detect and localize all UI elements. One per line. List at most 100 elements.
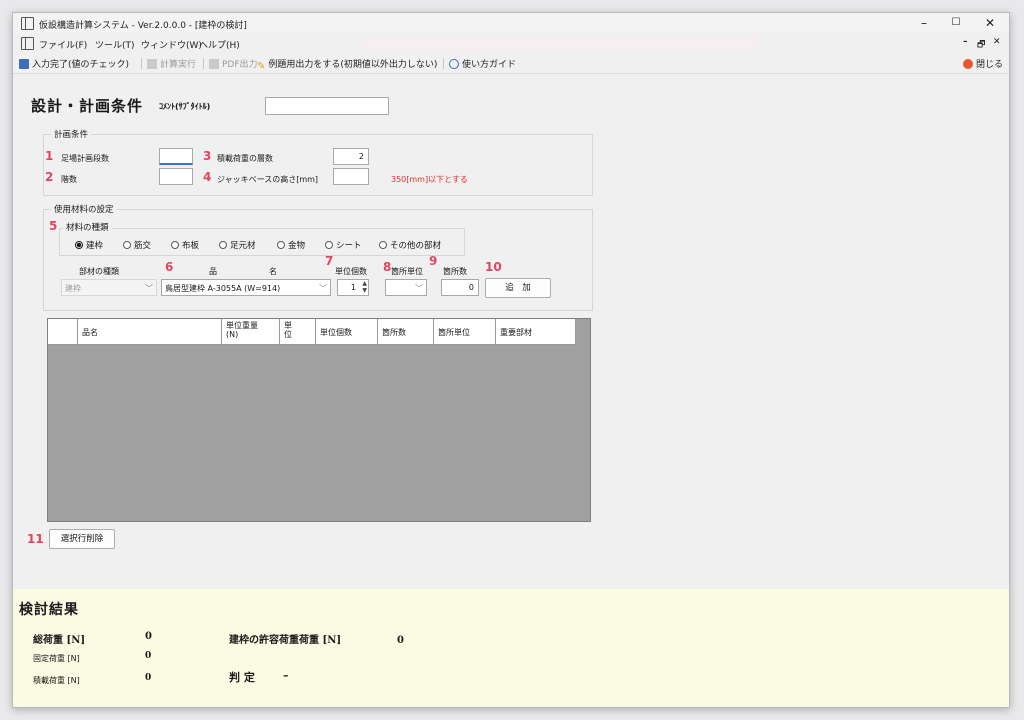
pencil-icon: ✎ <box>257 61 266 72</box>
pdf-label: PDF出力 <box>222 60 258 70</box>
judgement-value: – <box>283 669 289 682</box>
marker-6: 6 <box>165 260 174 274</box>
toolbar-separator <box>141 58 142 69</box>
marker-5: 5 <box>49 219 58 233</box>
example-output-toggle[interactable]: ✎ 例題用出力をする(初期値以外出力しない) <box>257 57 437 72</box>
marker-11: 11 <box>27 532 44 546</box>
place-unit-select[interactable]: ﹀ <box>385 279 427 296</box>
radio-dot <box>75 241 83 249</box>
product-label-1: 品 <box>209 267 217 276</box>
menu-help[interactable]: ヘルプ(H) <box>199 38 240 51</box>
app-window: 仮設構造計算システム - Ver.2.0.0.0 - [建枠の検討] – ☐ ✕… <box>12 12 1010 708</box>
spin-down-icon[interactable]: ▼ <box>362 288 367 294</box>
live-load-value: 0 <box>145 673 152 683</box>
total-load-label: 総荷重 [N] <box>33 635 86 646</box>
material-type-radios: 建枠 筋交 布板 足元材 金物 シート その他の部材 <box>75 239 465 251</box>
minimize-button[interactable]: – <box>909 15 939 31</box>
radio-sujikai[interactable]: 筋交 <box>123 239 151 251</box>
member-type-value: 建枠 <box>65 284 81 293</box>
howto-label: 使い方ガイド <box>462 60 517 70</box>
input-complete-button[interactable]: 入力完了(値のチェック) <box>19 57 129 70</box>
comment-input[interactable] <box>265 97 389 115</box>
mdi-restore-button[interactable]: 🗗 <box>977 37 985 53</box>
mdi-close-button[interactable]: ✕ <box>993 37 1001 47</box>
help-icon <box>449 59 459 69</box>
toolbar-separator <box>203 58 204 69</box>
materials-table[interactable]: 品名 単位重量 (N) 単 位 単位個数 箇所数 箇所単位 重要部材 <box>47 318 591 522</box>
total-load-value: 0 <box>145 631 152 642</box>
calc-button[interactable]: 計算実行 <box>147 57 196 70</box>
radio-nunoita[interactable]: 布板 <box>171 239 199 251</box>
table-header: 品名 単位重量 (N) 単 位 単位個数 箇所数 箇所単位 重要部材 <box>48 319 576 345</box>
product-select[interactable]: 鳥居型建枠 A-3055A (W=914) ﹀ <box>161 279 331 296</box>
load-floors-input[interactable]: 2 <box>333 148 369 165</box>
chevron-down-icon: ﹀ <box>415 284 423 293</box>
delete-selected-row-button[interactable]: 選択行削除 <box>49 529 115 549</box>
comment-label: ｺﾒﾝﾄ(ｻﾌﾞﾀｲﾄﾙ) <box>159 102 211 111</box>
chevron-down-icon: ﹀ <box>145 284 153 293</box>
pdf-icon <box>209 59 219 69</box>
marker-2: 2 <box>45 170 54 184</box>
place-count-input[interactable]: 0 <box>441 279 479 296</box>
radio-dot <box>325 241 333 249</box>
floors-label: 階数 <box>61 175 77 184</box>
header-cell: 品名 <box>78 319 222 345</box>
place-count-label: 箇所数 <box>443 267 467 276</box>
mdi-icon <box>21 37 34 50</box>
marker-9: 9 <box>429 254 438 268</box>
marker-1: 1 <box>45 149 54 163</box>
fixed-load-value: 0 <box>145 651 152 661</box>
menu-strip <box>363 36 759 50</box>
header-cell: 重要部材 <box>496 319 576 345</box>
member-type-select: 建枠 ﹀ <box>61 279 157 296</box>
app-icon <box>21 17 34 30</box>
radio-label: シート <box>336 241 362 251</box>
radio-ashimotozai[interactable]: 足元材 <box>219 239 256 251</box>
allowable-load-label: 建枠の許容荷重荷重 [N] <box>229 635 342 646</box>
fixed-load-label: 固定荷重 [N] <box>33 654 80 663</box>
header-cell: 単位個数 <box>316 319 378 345</box>
howto-button[interactable]: 使い方ガイド <box>449 57 516 70</box>
input-complete-label: 入力完了(値のチェック) <box>32 60 130 70</box>
judgement-label: 判 定 <box>229 671 255 684</box>
header-cell <box>48 319 78 345</box>
unit-count-value: 1 <box>350 283 356 292</box>
close-form-button[interactable]: 閉じる <box>963 57 1003 70</box>
header-cell: 箇所数 <box>378 319 434 345</box>
place-unit-label: 箇所単位 <box>391 267 423 276</box>
header-cell: 箇所単位 <box>434 319 496 345</box>
jack-height-input[interactable] <box>333 168 369 185</box>
jack-height-label: ジャッキベースの高さ[mm] <box>217 175 319 184</box>
add-button[interactable]: 追 加 <box>485 278 551 298</box>
menu-tools[interactable]: ツール(T) <box>95 38 135 51</box>
unit-count-stepper[interactable]: 1 ▲ ▼ <box>337 279 369 296</box>
title-bar: 仮設構造計算システム - Ver.2.0.0.0 - [建枠の検討] – ☐ ✕ <box>13 13 1009 33</box>
close-form-label: 閉じる <box>976 60 1004 70</box>
radio-dot <box>123 241 131 249</box>
window-title: 仮設構造計算システム - Ver.2.0.0.0 - [建枠の検討] <box>39 21 247 31</box>
exit-icon <box>963 59 973 69</box>
mdi-minimize-button[interactable]: – <box>963 37 968 47</box>
pdf-button[interactable]: PDF出力 <box>209 57 258 70</box>
scaffold-stages-input[interactable] <box>159 148 193 165</box>
radio-tatewaku[interactable]: 建枠 <box>75 239 103 251</box>
maximize-button[interactable]: ☐ <box>941 15 971 31</box>
floors-input[interactable] <box>159 168 193 185</box>
calc-label: 計算実行 <box>160 60 197 70</box>
radio-kanamono[interactable]: 金物 <box>277 239 305 251</box>
results-heading: 検討結果 <box>19 602 79 618</box>
marker-3: 3 <box>203 149 212 163</box>
close-window-button[interactable]: ✕ <box>975 15 1005 31</box>
menu-file[interactable]: ファイル(F) <box>39 38 87 51</box>
page-title: 設計・計画条件 <box>31 97 144 115</box>
plan-conditions-legend: 計画条件 <box>51 128 92 140</box>
plan-conditions-group <box>43 134 593 196</box>
radio-label: 建枠 <box>86 241 104 251</box>
edit-icon <box>19 59 29 69</box>
radio-other[interactable]: その他の部材 <box>379 239 441 251</box>
radio-label: 金物 <box>288 241 306 251</box>
radio-sheet[interactable]: シート <box>325 239 362 251</box>
jack-height-note: 350[mm]以下とする <box>391 175 468 184</box>
menu-window[interactable]: ウィンドウ(W) <box>141 38 202 51</box>
unit-count-label: 単位個数 <box>335 267 367 276</box>
